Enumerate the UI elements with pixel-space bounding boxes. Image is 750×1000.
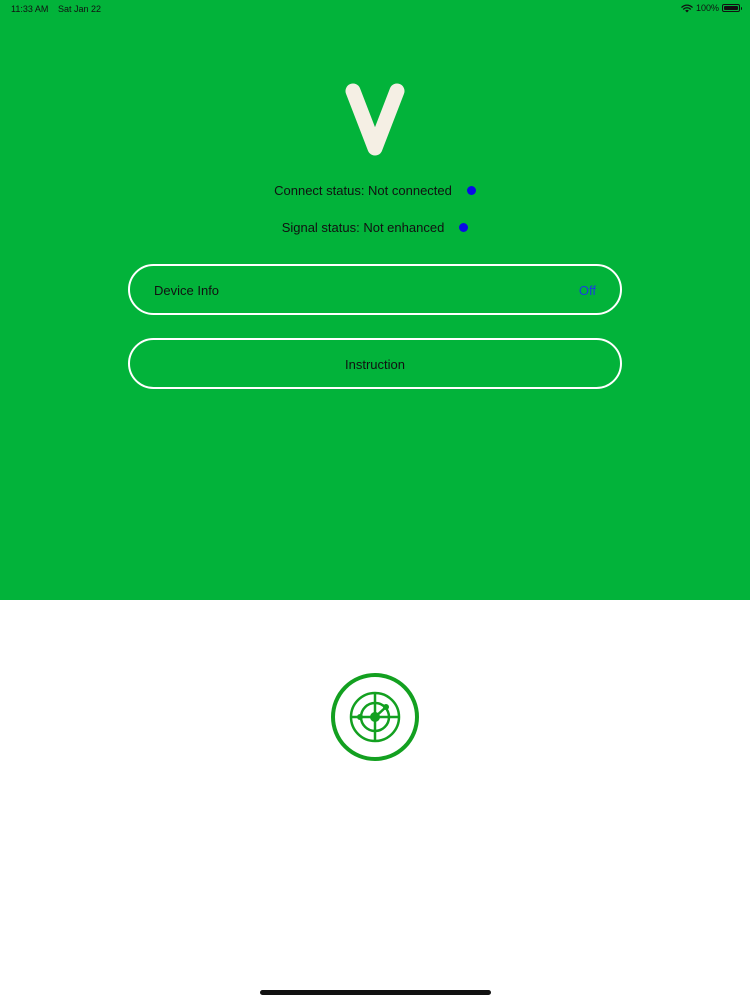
status-date: Sat Jan 22 — [58, 4, 102, 14]
signal-status: Signal status: Not enhanced — [0, 220, 750, 235]
device-info-button[interactable]: Device Info Off — [128, 264, 622, 315]
battery-icon — [722, 4, 742, 12]
status-bar: 11:33 AM Sat Jan 22 100% — [0, 0, 750, 18]
wifi-icon — [681, 3, 693, 12]
battery-percent: 100% — [695, 3, 719, 13]
instruction-label: Instruction — [345, 357, 405, 372]
connect-status-text: Connect status: Not connected — [274, 183, 452, 198]
instruction-button[interactable]: Instruction — [128, 338, 622, 389]
device-info-label: Device Info — [154, 283, 220, 298]
battery-fill — [724, 6, 738, 10]
connect-status-dot — [466, 186, 476, 195]
scan-button[interactable] — [331, 673, 419, 761]
home-indicator[interactable] — [260, 990, 491, 995]
app-logo — [345, 83, 405, 156]
signal-status-dot — [459, 223, 469, 232]
radar-icon — [331, 673, 419, 761]
top-panel: 11:33 AM Sat Jan 22 100% Connect status:… — [0, 0, 750, 600]
status-time: 11:33 AM — [11, 4, 49, 14]
signal-status-text: Signal status: Not enhanced — [281, 220, 445, 235]
status-right: 100% — [681, 3, 742, 13]
connect-status: Connect status: Not connected — [0, 183, 750, 198]
device-info-value: Off — [578, 283, 596, 298]
